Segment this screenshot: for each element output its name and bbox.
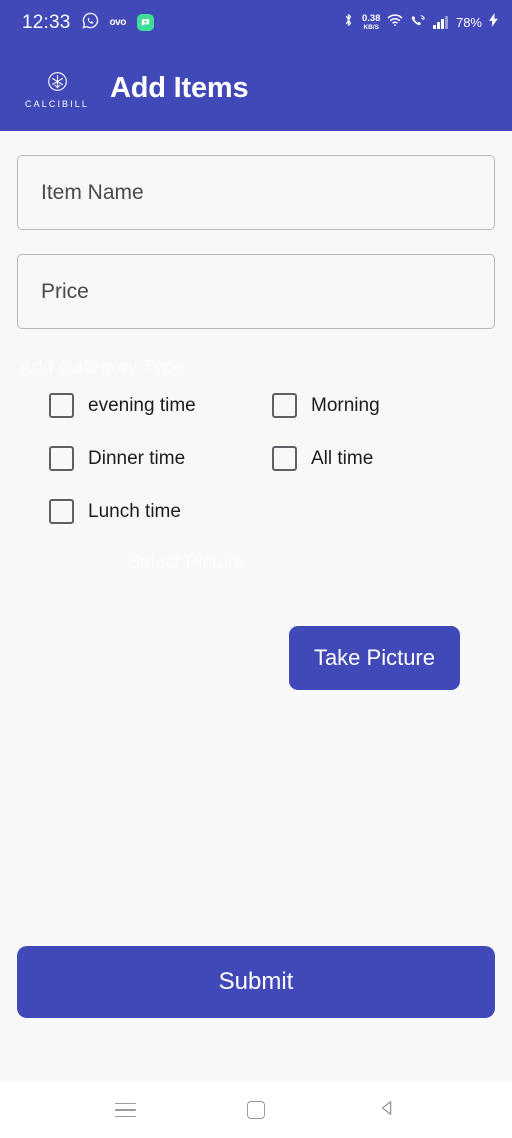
checkbox-box-icon[interactable] bbox=[272, 393, 297, 418]
signal-bars-icon bbox=[433, 16, 448, 29]
brand-logo: CALCIBILL bbox=[20, 68, 94, 109]
checkbox-all-time[interactable]: All time bbox=[272, 446, 495, 471]
checkbox-label: Lunch time bbox=[88, 500, 181, 522]
take-picture-row: Take Picture bbox=[17, 626, 495, 690]
submit-button[interactable]: Submit bbox=[17, 946, 495, 1018]
brand-name-label: CALCIBILL bbox=[25, 98, 89, 109]
checkbox-box-icon[interactable] bbox=[49, 499, 74, 524]
checkbox-label: Dinner time bbox=[88, 447, 186, 469]
submit-row: Submit bbox=[17, 946, 495, 1018]
checkbox-box-icon[interactable] bbox=[49, 393, 74, 418]
bluetooth-icon bbox=[342, 12, 355, 33]
battery-percent-label: 78% bbox=[455, 15, 482, 30]
checkbox-box-icon[interactable] bbox=[49, 446, 74, 471]
checkbox-evening-time[interactable]: evening time bbox=[49, 393, 272, 418]
category-type-label: Add Category Type bbox=[19, 357, 185, 378]
charging-bolt-icon bbox=[489, 13, 498, 32]
status-bar-right: 0.38 KB/S 78% bbox=[342, 12, 498, 33]
checkbox-label: All time bbox=[311, 447, 374, 469]
recents-button[interactable] bbox=[101, 1086, 149, 1134]
page-title: Add Items bbox=[110, 71, 249, 104]
whatsapp-icon bbox=[82, 12, 99, 34]
home-button[interactable] bbox=[232, 1086, 280, 1134]
recents-icon[interactable] bbox=[114, 1102, 136, 1118]
data-rate-value: 0.38 bbox=[361, 13, 381, 24]
checkbox-morning[interactable]: Morning bbox=[272, 393, 495, 418]
category-checkbox-group: evening time Morning Dinner time All tim… bbox=[17, 393, 495, 524]
form-content: Item Name Price Add Category Type evenin… bbox=[0, 131, 512, 1082]
price-input[interactable]: Price bbox=[17, 254, 495, 329]
data-rate-unit: KB/S bbox=[363, 23, 379, 31]
chat-bubble-icon bbox=[136, 14, 154, 31]
asterisk-circle-logo bbox=[47, 71, 67, 91]
checkbox-label: evening time bbox=[88, 394, 196, 416]
status-clock: 12:33 bbox=[22, 11, 71, 33]
status-bar: 12:33 ovo 0.38 KB/S 78% bbox=[0, 0, 512, 45]
ovo-icon: ovo bbox=[109, 17, 127, 28]
select-picture-label: Select Picture bbox=[127, 552, 245, 573]
back-button[interactable] bbox=[363, 1086, 411, 1134]
checkbox-dinner-time[interactable]: Dinner time bbox=[49, 446, 272, 471]
checkbox-lunch-time[interactable]: Lunch time bbox=[49, 499, 272, 524]
checkbox-box-icon[interactable] bbox=[272, 446, 297, 471]
android-nav-bar bbox=[0, 1082, 512, 1138]
item-name-placeholder: Item Name bbox=[41, 180, 144, 204]
take-picture-button[interactable]: Take Picture bbox=[288, 626, 460, 690]
app-bar: CALCIBILL Add Items bbox=[0, 45, 512, 131]
back-icon[interactable] bbox=[378, 1099, 396, 1122]
wifi-icon bbox=[387, 13, 403, 32]
item-name-input[interactable]: Item Name bbox=[17, 155, 495, 230]
home-icon[interactable] bbox=[246, 1101, 265, 1119]
price-placeholder: Price bbox=[41, 279, 89, 303]
phone-screen: 12:33 ovo 0.38 KB/S 78% CALCIBILL Add It… bbox=[0, 0, 512, 1138]
checkbox-label: Morning bbox=[311, 394, 380, 416]
wifi-calling-icon bbox=[410, 13, 426, 32]
data-rate-indicator: 0.38 KB/S bbox=[362, 14, 381, 31]
status-bar-left: 12:33 ovo bbox=[22, 12, 154, 34]
